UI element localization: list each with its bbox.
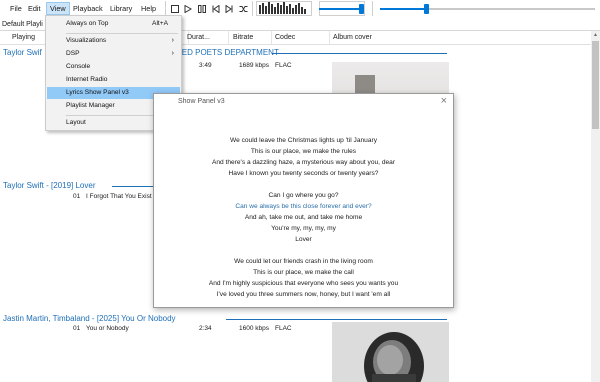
lyric-line: And I'm highly suspicious that everyone … — [208, 280, 399, 287]
lyric-line: We could let our friends crash in the li… — [234, 258, 373, 265]
lyric-line: Have I known you twenty seconds or twent… — [228, 170, 379, 177]
menu-library[interactable]: Library — [107, 2, 135, 15]
menu-item-label: Playlist Manager — [66, 102, 115, 109]
menu-item-internet-radio[interactable]: Internet Radio — [47, 74, 180, 86]
playlist-scrollbar[interactable]: ▲ — [591, 31, 600, 382]
toolbar-separator — [165, 1, 166, 16]
column-codec[interactable]: Codec — [272, 31, 330, 45]
menu-view[interactable]: View — [46, 2, 70, 15]
lyric-line: We could leave the Christmas lights up '… — [229, 137, 377, 144]
track-number: 01 — [73, 193, 81, 200]
column-album-cover[interactable]: Album cover — [330, 31, 591, 45]
menu-item-label: Console — [66, 63, 91, 70]
menu-item-label: Internet Radio — [66, 76, 108, 83]
track-duration: 3:49 — [199, 62, 212, 69]
seek-bar-thumb[interactable] — [424, 4, 429, 14]
menu-item-always-on-top[interactable]: Always on Top Alt+A — [47, 18, 180, 30]
column-bitrate[interactable]: Bitrate — [230, 31, 272, 45]
group-divider — [272, 53, 447, 54]
column-duration[interactable]: Durat... — [184, 31, 229, 45]
menu-help[interactable]: Help — [138, 2, 159, 15]
track-title[interactable]: You or Nobody — [86, 324, 129, 334]
menu-edit[interactable]: Edit — [25, 2, 44, 15]
submenu-arrow-icon: › — [171, 50, 174, 57]
scroll-up-arrow-icon[interactable]: ▲ — [592, 32, 599, 40]
menu-file[interactable]: File — [7, 2, 25, 15]
lyrics-panel: Show Panel v3 × We could leave the Chris… — [153, 93, 454, 308]
lyrics-panel-title: Show Panel v3 — [178, 98, 225, 105]
previous-icon[interactable] — [211, 3, 221, 14]
spectrum-visualizer — [256, 1, 312, 16]
close-icon[interactable]: × — [441, 95, 447, 107]
menu-item-label: Always on Top — [66, 20, 109, 27]
submenu-arrow-icon: › — [171, 37, 174, 44]
menu-item-label: Lyrics Show Panel v3 — [66, 89, 129, 96]
group-header[interactable]: Taylor Swift - [2019] Lover — [3, 180, 95, 192]
toolbar-separator — [372, 1, 373, 16]
menu-item-dsp[interactable]: DSP › — [47, 48, 180, 60]
lyric-line: This is our place, we make the call — [253, 269, 354, 276]
pause-icon[interactable] — [197, 3, 207, 14]
album-cover-art — [355, 75, 375, 95]
stop-icon[interactable] — [170, 3, 180, 14]
menu-item-label: Layout — [66, 119, 86, 126]
group-divider — [226, 319, 447, 320]
track-codec: FLAC — [275, 325, 292, 332]
menu-item-label: Visualizations — [66, 37, 107, 44]
menu-item-shortcut: Alt+A — [152, 20, 168, 27]
lyric-line: And ah, take me out, and take me home — [244, 214, 363, 221]
album-cover — [332, 322, 449, 382]
lyric-line: Lover — [295, 236, 312, 243]
track-codec: FLAC — [275, 62, 292, 69]
random-icon[interactable] — [238, 3, 248, 14]
menu-item-visualizations[interactable]: Visualizations › — [47, 35, 180, 47]
lyric-line: You're my, my, my, my — [271, 225, 336, 232]
seek-bar-fill — [380, 8, 425, 10]
menu-item-label: DSP — [66, 50, 80, 57]
scrollbar-thumb[interactable] — [592, 41, 599, 129]
menu-item-console[interactable]: Console — [47, 61, 180, 73]
menu-separator — [66, 33, 178, 34]
group-header-tail: RED POETS DEPARTMENT — [176, 48, 279, 57]
lyric-line-current: Can we always be this close forever and … — [235, 203, 372, 210]
lyric-line: Can I go where you go? — [268, 192, 339, 199]
play-icon[interactable] — [183, 3, 193, 14]
lyric-line: This is our place, we make the rules — [250, 148, 357, 155]
volume-slider-thumb[interactable] — [359, 4, 364, 14]
album-cover — [332, 62, 449, 95]
track-title[interactable]: I Forgot That You Exist — [86, 192, 153, 202]
toolbar-separator — [252, 1, 253, 16]
volume-slider-fill — [319, 8, 361, 10]
group-header[interactable]: Taylor Swif — [3, 47, 42, 59]
next-icon[interactable] — [224, 3, 234, 14]
group-divider — [112, 186, 154, 187]
lyric-line: I've loved you three summers now, honey,… — [216, 291, 391, 298]
track-bitrate: 1689 kbps — [239, 62, 269, 69]
track-number: 01 — [73, 325, 81, 332]
track-bitrate: 1600 kbps — [239, 325, 269, 332]
lyric-line: And there's a dazzling haze, a mysteriou… — [211, 159, 396, 166]
menu-playback[interactable]: Playback — [70, 2, 106, 15]
tab-default-playlist[interactable]: Default Playli — [2, 19, 43, 31]
track-duration: 2:34 — [199, 325, 212, 332]
